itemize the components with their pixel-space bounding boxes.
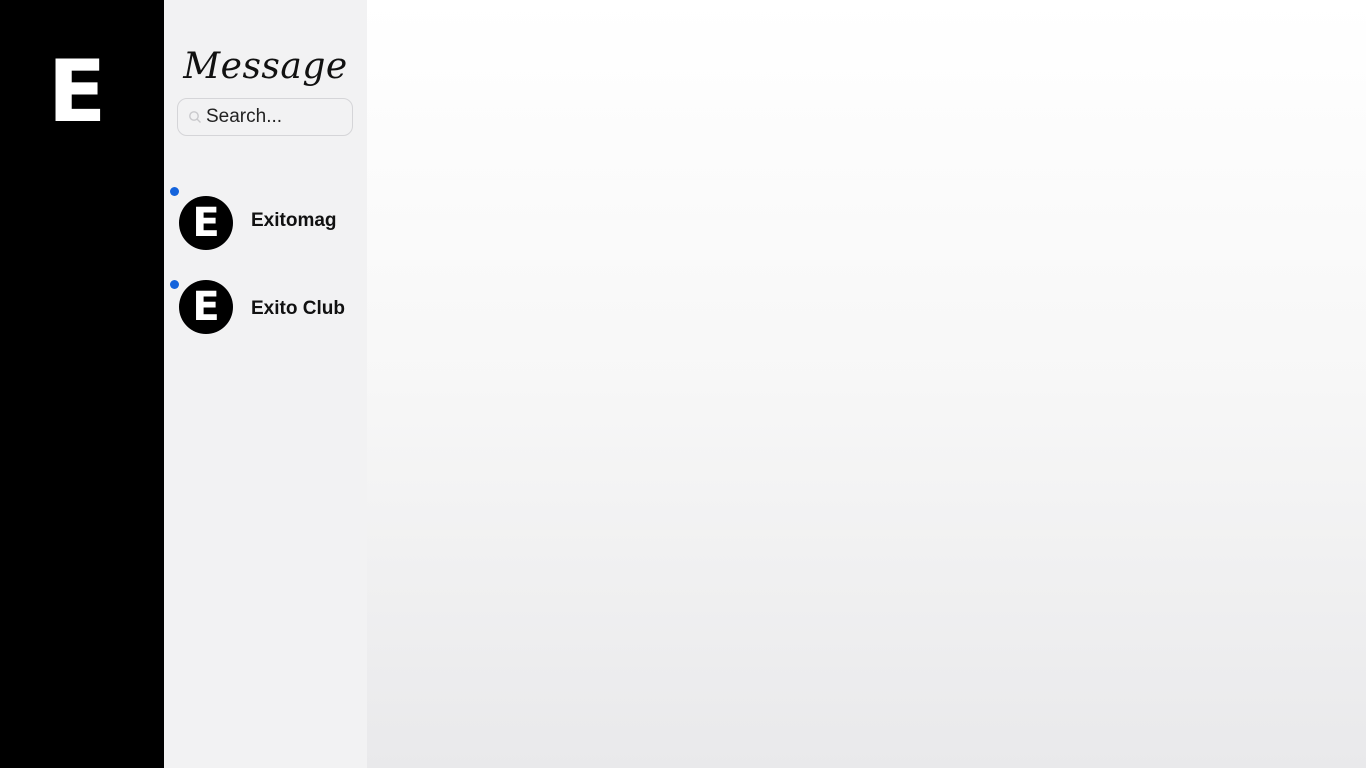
avatar: E (179, 196, 233, 250)
avatar: E (179, 280, 233, 334)
unread-indicator (170, 187, 179, 196)
conversation-item[interactable]: E Exito Club (164, 264, 367, 348)
conversation-pane (367, 0, 1366, 768)
unread-indicator (170, 280, 179, 289)
app-window: E Message E Exitomag E Exito Club (0, 0, 1366, 768)
left-rail: E (0, 0, 164, 768)
conversation-item[interactable]: E Exitomag (164, 180, 367, 264)
app-logo[interactable]: E (48, 49, 107, 135)
page-title: Message (183, 46, 348, 87)
conversation-name: Exito Club (251, 298, 345, 319)
conversation-name: Exitomag (251, 210, 337, 231)
search-box[interactable] (177, 98, 353, 136)
search-icon (189, 111, 201, 123)
conversation-list: E Exitomag E Exito Club (164, 180, 367, 348)
search-input[interactable] (206, 106, 346, 128)
messages-sidebar: Message E Exitomag E Exito Club (164, 0, 367, 768)
